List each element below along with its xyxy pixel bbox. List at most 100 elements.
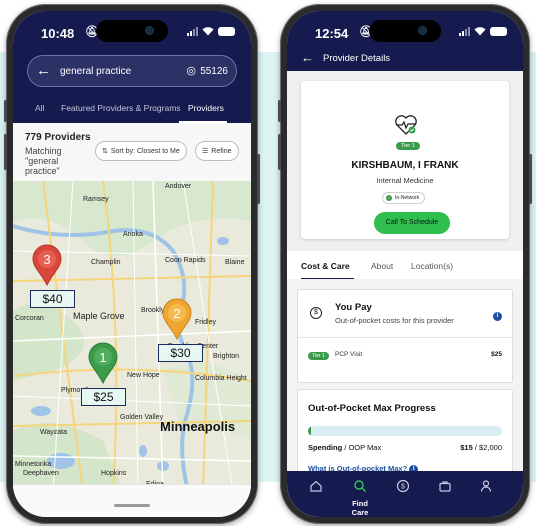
search-query: general practice	[60, 66, 132, 77]
nav-label: Find Care	[351, 499, 369, 517]
signal-icon	[187, 27, 198, 36]
map-label: Andover	[165, 183, 192, 190]
svg-text:$: $	[401, 484, 405, 491]
battery-icon	[490, 27, 507, 36]
provider-summary-area: Tier 1 KIRSHBAUM, I FRANK Internal Medic…	[287, 71, 523, 251]
provider-map[interactable]: Andover Ramsey Anoka Champlin Coon Rapid…	[13, 181, 251, 491]
refine-label: Refine	[211, 147, 232, 155]
search-input[interactable]: ← general practice ◎ 55126	[27, 55, 237, 87]
tab-locations[interactable]: Location(s)	[411, 261, 453, 271]
map-label: Hopkins	[101, 470, 127, 477]
map-label: New Hope	[127, 372, 160, 379]
map-label: Deephaven	[23, 470, 59, 477]
map-label: Maple Grove	[73, 311, 125, 321]
home-indicator[interactable]	[114, 504, 150, 507]
map-label: Brighton	[213, 353, 240, 360]
dollar-icon: $	[396, 479, 410, 493]
map-major-city: Minneapolis	[160, 419, 236, 434]
briefcase-icon	[439, 481, 451, 492]
dynamic-island	[369, 20, 441, 42]
wifi-icon	[474, 27, 486, 36]
sort-button[interactable]: ⇅ Sort by: Closest to Me	[95, 141, 187, 161]
person-icon	[480, 480, 492, 492]
check-icon: ✓	[386, 195, 392, 201]
map-marker-2[interactable]: 2	[161, 297, 193, 341]
left-screen: 10:48 🔕︎ ← general practice ◎ 55126 All …	[13, 11, 251, 517]
nav-costs[interactable]: $	[388, 479, 418, 498]
tier-badge: Tier 1	[396, 142, 420, 150]
price-tag-3[interactable]: $40	[30, 290, 75, 308]
results-matching: Matching "general practice"	[25, 146, 62, 176]
map-label: Columbia Height	[195, 375, 247, 382]
you-pay-card: $ You Pay Out-of-pocket costs for this p…	[297, 289, 513, 383]
divider	[298, 337, 512, 338]
status-time: 12:54	[315, 26, 349, 41]
status-bar: 12:54 🔕︎	[287, 11, 523, 51]
oop-progress-fill	[308, 426, 311, 436]
nav-profile[interactable]	[471, 479, 501, 498]
spending-amount: $15 / $2,000	[460, 443, 502, 452]
spending-label: Spending / OOP Max	[308, 443, 382, 452]
you-pay-title: You Pay	[335, 302, 372, 313]
visit-type: PCP Visit	[335, 351, 363, 358]
home-icon	[310, 480, 322, 492]
sort-icon: ⇅	[102, 148, 108, 155]
back-arrow-icon[interactable]: ←	[36, 62, 51, 79]
price-tag-2[interactable]: $30	[158, 344, 203, 362]
map-base	[13, 181, 251, 491]
status-bar: 10:48 🔕︎	[13, 11, 251, 51]
network-badge: ✓ In-Network	[382, 192, 426, 204]
svg-text:1: 1	[99, 350, 106, 365]
right-phone-frame: 12:54 🔕︎ ← Provider Details Tier 1 KIRSH…	[278, 4, 532, 524]
back-arrow-icon[interactable]: ←	[301, 50, 314, 65]
tab-about[interactable]: About	[371, 261, 393, 271]
price-tag-1[interactable]: $25	[81, 388, 126, 406]
call-to-schedule-button[interactable]: Call To Schedule	[374, 212, 450, 234]
svg-text:2: 2	[173, 306, 180, 321]
map-label: Golden Valley	[120, 414, 164, 421]
you-pay-subtitle: Out-of-pocket costs for this provider	[335, 316, 454, 325]
map-marker-1[interactable]: 1	[87, 341, 119, 385]
provider-specialty: Internal Medicine	[376, 176, 434, 185]
info-icon[interactable]: i	[493, 312, 502, 321]
map-label: Anoka	[123, 231, 143, 238]
zip-code[interactable]: 55126	[200, 66, 228, 77]
map-label: Fridley	[195, 319, 217, 326]
nav-find-care[interactable]: Find Care	[345, 479, 375, 517]
nav-home[interactable]	[301, 479, 331, 498]
oop-title: Out-of-Pocket Max Progress	[308, 403, 436, 414]
search-header: 10:48 🔕︎ ← general practice ◎ 55126 All …	[13, 11, 251, 123]
map-label: Corcoran	[15, 315, 44, 322]
visit-amount: $25	[491, 351, 502, 358]
tier-badge: Tier 1	[308, 352, 329, 360]
map-marker-3[interactable]: 3	[31, 243, 63, 287]
tab-providers[interactable]: Providers	[188, 103, 224, 113]
right-screen: 12:54 🔕︎ ← Provider Details Tier 1 KIRSH…	[287, 11, 523, 517]
svg-text:3: 3	[43, 252, 50, 267]
tab-all[interactable]: All	[35, 103, 44, 113]
wifi-icon	[202, 27, 214, 36]
map-label: Minnetonka	[15, 461, 52, 468]
sort-label: Sort by: Closest to Me	[110, 147, 180, 155]
provider-card: Tier 1 KIRSHBAUM, I FRANK Internal Medic…	[301, 81, 509, 239]
page-title: Provider Details	[323, 53, 391, 64]
nav-benefits[interactable]	[430, 479, 460, 498]
refine-button[interactable]: ☰ Refine	[195, 141, 239, 161]
network-label: In-Network	[395, 195, 420, 201]
results-bar: 779 Providers Matching "general practice…	[13, 123, 251, 181]
tab-cost-care[interactable]: Cost & Care	[301, 261, 350, 271]
provider-header: 12:54 🔕︎ ← Provider Details	[287, 11, 523, 71]
map-label: Coon Rapids	[165, 257, 206, 264]
map-label: Blaine	[225, 259, 245, 266]
dollar-icon: $	[310, 307, 322, 319]
status-time: 10:48	[41, 26, 75, 41]
battery-icon	[218, 27, 235, 36]
bottom-nav: Find Care $	[287, 471, 523, 517]
map-label: Champlin	[91, 259, 121, 266]
tab-featured[interactable]: Featured Providers & Programs	[61, 103, 181, 113]
map-label: Wayzata	[40, 429, 67, 436]
map-label: Ramsey	[83, 196, 109, 203]
oop-progress-bar	[308, 426, 502, 436]
result-tabs: All Featured Providers & Programs Provid…	[13, 97, 251, 123]
detail-tabs: Cost & Care About Location(s)	[287, 251, 523, 280]
